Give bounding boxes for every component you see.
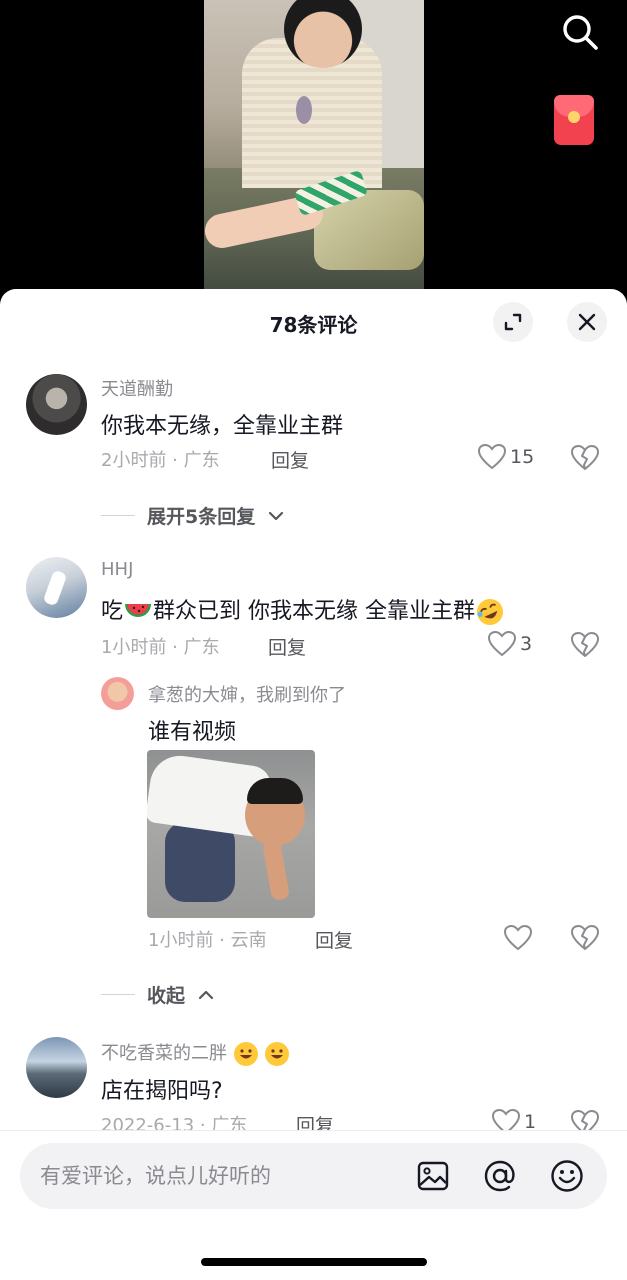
home-indicator[interactable]: [201, 1258, 427, 1266]
comment-username[interactable]: HHJ: [101, 559, 133, 580]
broken-heart-icon: [571, 445, 599, 470]
broken-heart-icon: [571, 632, 599, 657]
reply-username[interactable]: 拿葱的大婶，我刷到你了: [148, 681, 346, 707]
like-button[interactable]: [504, 925, 532, 951]
dislike-button[interactable]: [570, 923, 600, 953]
broken-heart-icon: [571, 925, 599, 950]
comment-username[interactable]: 天道酬勤: [101, 375, 173, 401]
video-frame: [204, 0, 424, 300]
chevron-down-icon: [269, 511, 284, 520]
comment-input-bar[interactable]: 有爱评论，说点儿好听的: [20, 1143, 607, 1209]
mention-icon: [484, 1160, 515, 1192]
chevron-up-icon: [198, 990, 214, 999]
red-packet-button[interactable]: [554, 95, 594, 145]
dislike-button[interactable]: [570, 443, 600, 473]
comment-time-location: 2小时前 · 广东: [101, 450, 220, 471]
like-count: 3: [520, 633, 533, 655]
like-count: 15: [510, 446, 535, 468]
heart-icon: [478, 444, 506, 470]
grinning-face-emoji-icon: [265, 1042, 290, 1066]
video-player[interactable]: [0, 0, 627, 300]
avatar[interactable]: [26, 1037, 87, 1098]
grinning-face-emoji-icon: [233, 1042, 258, 1066]
dislike-button[interactable]: [570, 630, 600, 660]
image-button[interactable]: [415, 1158, 451, 1194]
comment-text-part: 群众已到 你我本无缘 全靠业主群: [153, 599, 476, 624]
input-divider: [0, 1130, 627, 1131]
heart-icon: [504, 925, 532, 951]
thread-line: [101, 994, 135, 995]
expand-button[interactable]: [493, 302, 533, 342]
emoji-button[interactable]: [549, 1158, 585, 1194]
comment-time-location: 1小时前 · 广东: [101, 637, 220, 658]
comment-text-part: 吃: [101, 599, 124, 624]
collapse-replies-button[interactable]: 收起: [101, 981, 215, 1008]
comment-text[interactable]: 店在揭阳吗?: [101, 1073, 223, 1105]
rofl-emoji-icon: [477, 599, 504, 625]
watermelon-emoji-icon: [125, 604, 152, 617]
expand-replies-label: 展开5条回复: [147, 506, 256, 528]
expand-icon: [504, 313, 522, 331]
comment-username[interactable]: 不吃香菜的二胖: [101, 1039, 290, 1067]
reply-button[interactable]: 回复: [271, 446, 309, 473]
reply-time-location: 1小时前 · 云南: [148, 930, 267, 951]
collapse-replies-label: 收起: [147, 985, 186, 1007]
thread-line: [101, 515, 135, 516]
comment-username-text: 不吃香菜的二胖: [101, 1043, 227, 1064]
close-icon: [578, 313, 596, 331]
avatar[interactable]: [26, 374, 87, 435]
image-icon: [417, 1161, 449, 1191]
reply-text[interactable]: 谁有视频: [148, 714, 236, 746]
comment-text[interactable]: 你我本无缘，全靠业主群: [101, 408, 343, 440]
like-button[interactable]: 15: [478, 444, 534, 470]
reply-button[interactable]: 回复: [315, 926, 353, 953]
heart-icon: [488, 631, 516, 657]
reply-image[interactable]: [147, 750, 315, 918]
reply-button[interactable]: 回复: [268, 633, 306, 660]
comment-input[interactable]: 有爱评论，说点儿好听的: [40, 1143, 271, 1209]
emoji-icon: [551, 1160, 583, 1192]
comment-text[interactable]: 吃 群众已到 你我本无缘 全靠业主群: [101, 593, 505, 627]
search-icon: [563, 15, 598, 50]
expand-replies-button[interactable]: 展开5条回复: [101, 502, 285, 529]
avatar[interactable]: [26, 557, 87, 618]
avatar[interactable]: [101, 677, 134, 710]
close-button[interactable]: [567, 302, 607, 342]
mention-button[interactable]: [482, 1158, 518, 1194]
search-button[interactable]: [556, 8, 604, 56]
like-button[interactable]: 3: [488, 631, 532, 657]
